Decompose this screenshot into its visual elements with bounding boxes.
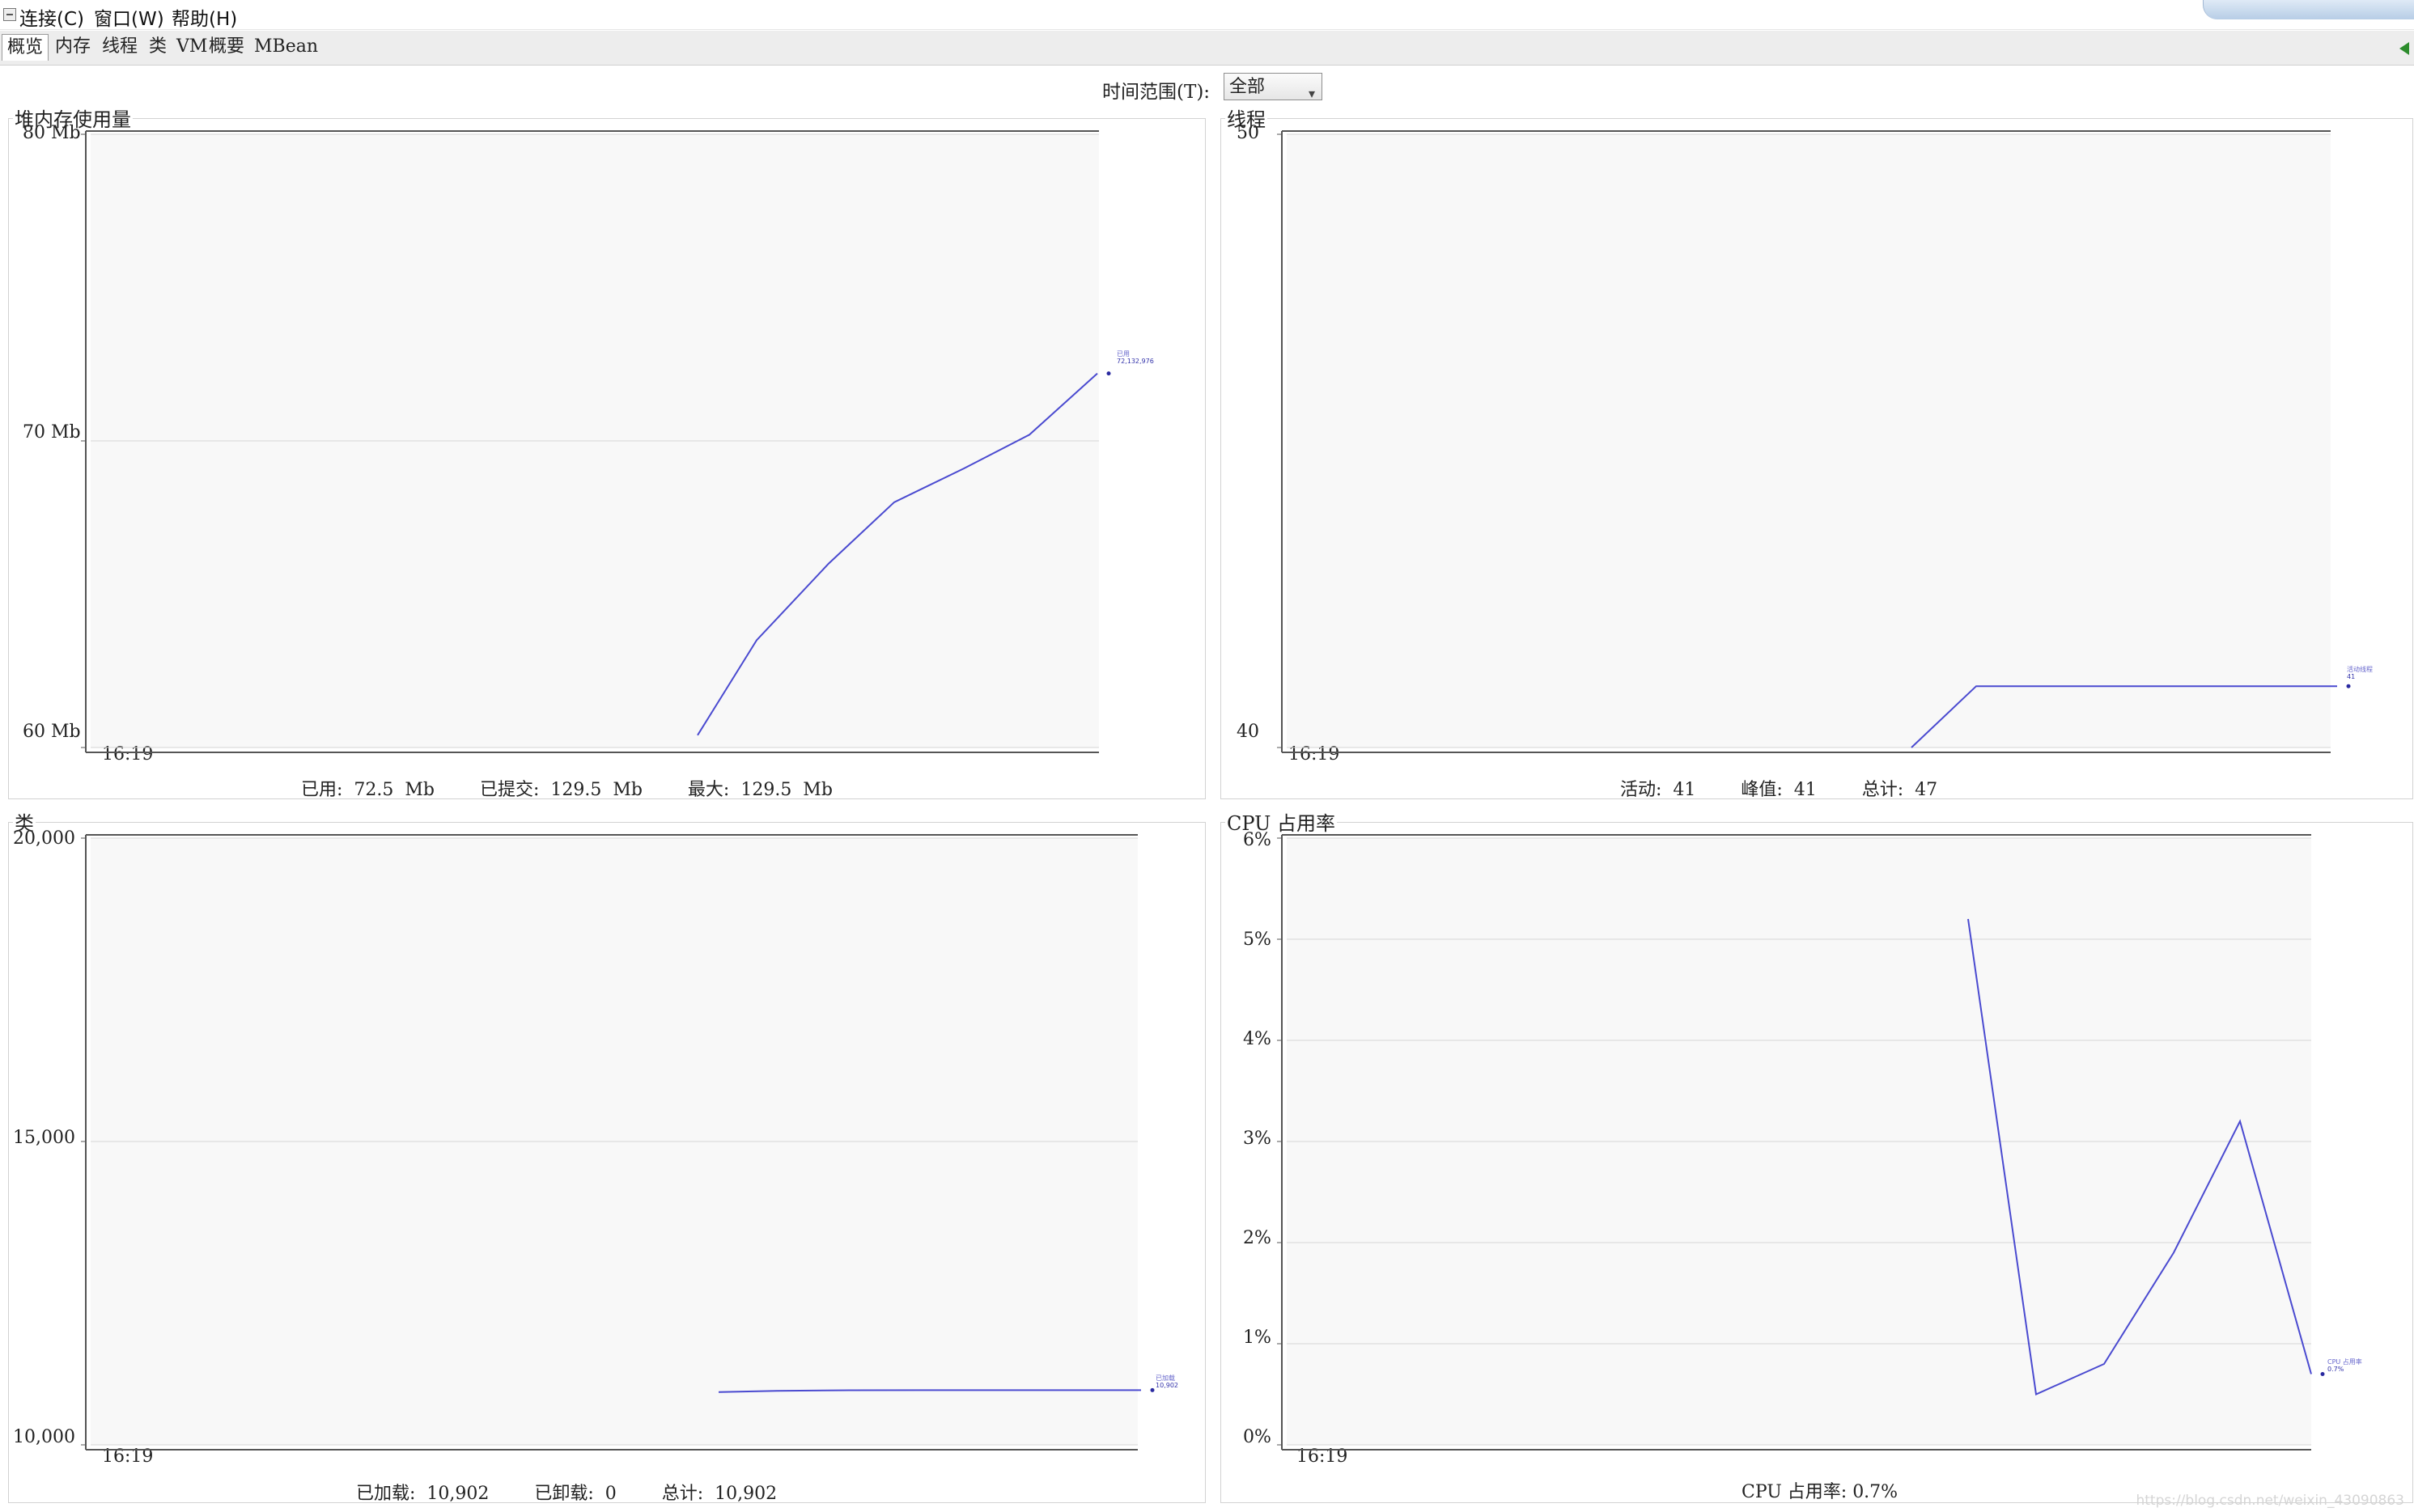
classes-legend-marker <box>1150 1387 1155 1392</box>
cpu-series-line <box>1967 918 2312 1396</box>
heap-series-line <box>697 372 1098 736</box>
threads-series-line <box>1911 685 2337 748</box>
classes-series-line <box>718 1389 1141 1393</box>
heap-legend-marker <box>1106 371 1111 376</box>
watermark: https://blog.csdn.net/weixin_43090863 <box>2136 1493 2404 1509</box>
cpu-legend-marker <box>2320 1372 2325 1376</box>
threads-legend-marker <box>2346 684 2351 688</box>
charts-svg <box>81 130 2351 1451</box>
